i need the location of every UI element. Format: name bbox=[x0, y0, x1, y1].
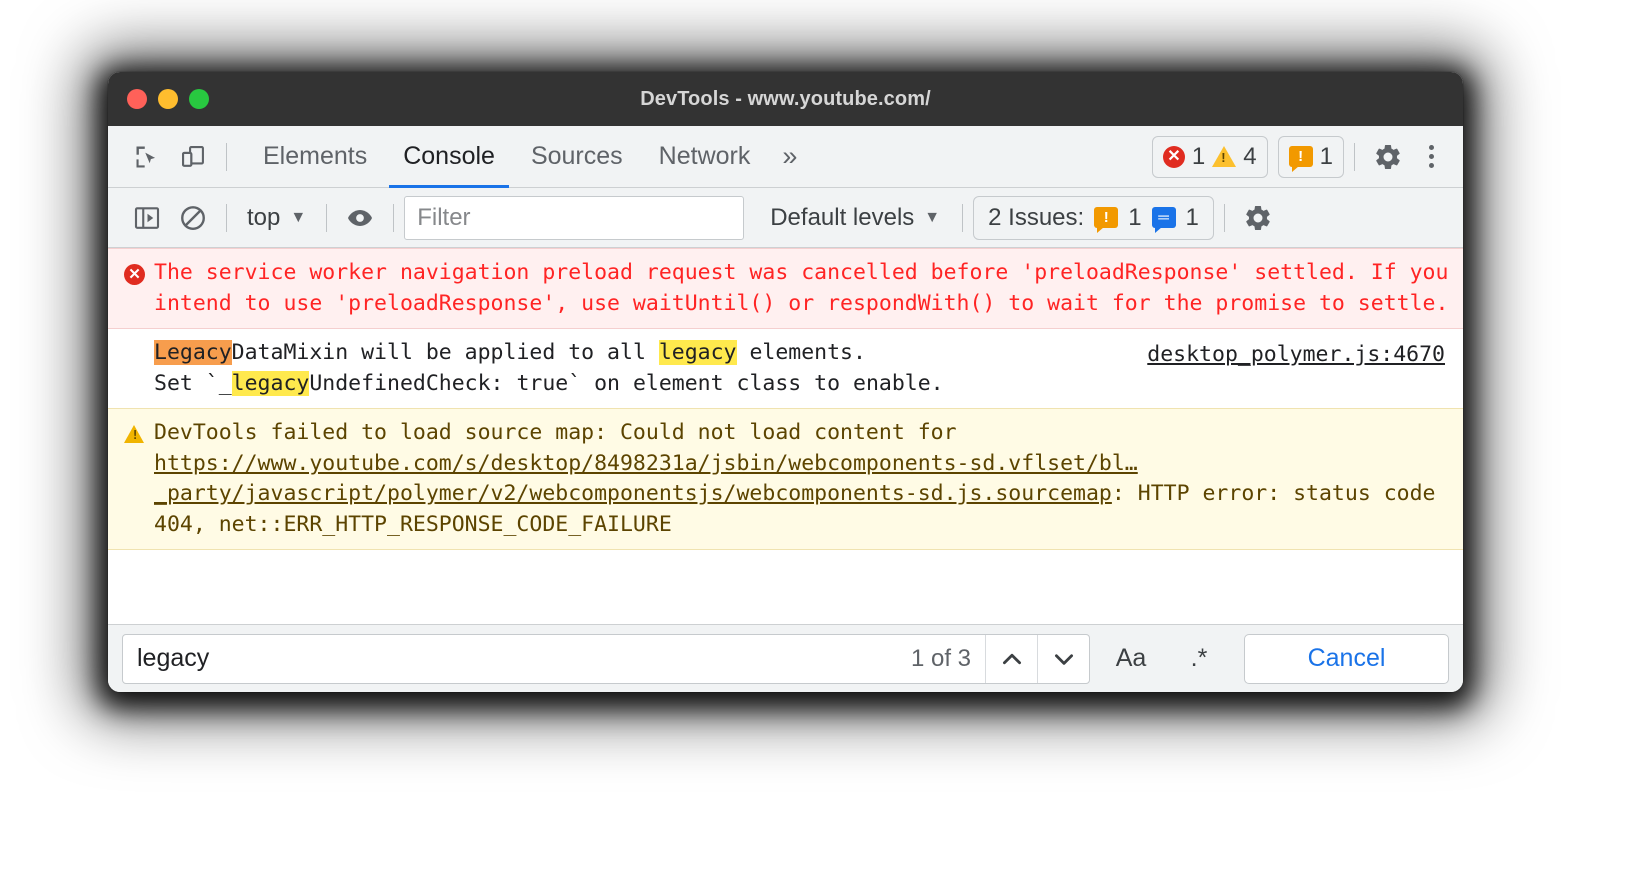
tab-network[interactable]: Network bbox=[641, 126, 769, 187]
tab-elements[interactable]: Elements bbox=[245, 126, 385, 187]
console-source-link[interactable]: desktop_polymer.js:4670 bbox=[1147, 340, 1445, 371]
search-previous-button[interactable] bbox=[985, 634, 1037, 683]
log-message-glyph bbox=[124, 338, 154, 342]
warning-prefix: DevTools failed to load source map: Coul… bbox=[154, 420, 970, 446]
more-tabs-button[interactable]: » bbox=[768, 126, 811, 187]
inspect-element-icon[interactable] bbox=[124, 136, 170, 178]
log-levels-label: Default levels bbox=[770, 203, 915, 231]
issue-count: 1 bbox=[1319, 142, 1333, 170]
warning-triangle-icon-message bbox=[124, 418, 154, 444]
screenshot-root: DevTools - www.youtube.com/ Elements Con… bbox=[0, 0, 1650, 878]
search-match-2: legacy bbox=[658, 340, 737, 366]
console-toolbar-divider-3 bbox=[393, 203, 395, 232]
chevron-down-icon-levels: ▼ bbox=[924, 208, 941, 226]
execution-context-label: top bbox=[247, 203, 281, 231]
match-case-toggle[interactable]: Aa bbox=[1104, 634, 1158, 684]
console-settings-gear-icon[interactable] bbox=[1235, 197, 1281, 239]
tab-console[interactable]: Console bbox=[385, 126, 513, 188]
search-match-3: legacy bbox=[231, 370, 310, 396]
issues-label: 2 Issues: bbox=[988, 203, 1085, 231]
window-title: DevTools - www.youtube.com/ bbox=[640, 87, 931, 110]
search-match-active: Legacy bbox=[154, 340, 232, 366]
issue-info-bubble-icon: ═ bbox=[1151, 207, 1176, 233]
error-circle-icon: ✕ bbox=[1162, 145, 1185, 168]
console-toolbar-divider-4 bbox=[962, 203, 964, 232]
search-match-count: 1 of 3 bbox=[910, 644, 971, 672]
minimize-window-button[interactable] bbox=[158, 89, 178, 109]
devtools-window: DevTools - www.youtube.com/ Elements Con… bbox=[108, 72, 1463, 692]
log-levels-selector[interactable]: Default levels ▼ bbox=[758, 197, 952, 239]
issues-counter[interactable]: ! 1 bbox=[1277, 135, 1344, 178]
console-sidebar-icon[interactable] bbox=[124, 197, 170, 239]
devtools-main-toolbar: Elements Console Sources Network » ✕ 1 4… bbox=[108, 126, 1463, 188]
kebab-menu-icon[interactable] bbox=[1411, 136, 1451, 178]
close-window-button[interactable] bbox=[127, 89, 147, 109]
live-expression-eye-icon[interactable] bbox=[337, 197, 383, 239]
issues-summary-button[interactable]: 2 Issues: ! 1 ═ 1 bbox=[973, 195, 1214, 240]
panel-tabs: Elements Console Sources Network » bbox=[245, 126, 811, 188]
filter-input[interactable] bbox=[404, 195, 745, 240]
issue-bubble-icon: ! bbox=[1288, 146, 1313, 172]
log-seg-1: DataMixin will be applied to all bbox=[231, 340, 659, 366]
warning-triangle-icon bbox=[1212, 146, 1237, 167]
cancel-search-button[interactable]: Cancel bbox=[1244, 633, 1449, 684]
console-search-bar: 1 of 3 Aa .* Cancel bbox=[108, 624, 1463, 692]
search-field-wrapper: 1 of 3 bbox=[122, 633, 1090, 684]
traffic-light-group bbox=[108, 89, 209, 109]
regex-toggle[interactable]: .* bbox=[1172, 634, 1226, 684]
toolbar-divider bbox=[226, 142, 227, 171]
console-warning-text: DevTools failed to load source map: Coul… bbox=[154, 418, 1449, 540]
issues-info-count: 1 bbox=[1185, 203, 1199, 231]
warning-source-map-url[interactable]: https://www.youtube.com/s/desktop/849823… bbox=[154, 451, 1138, 507]
gear-icon[interactable] bbox=[1365, 136, 1411, 178]
issues-warning-count: 1 bbox=[1128, 203, 1142, 231]
error-warning-counter[interactable]: ✕ 1 4 bbox=[1151, 135, 1268, 178]
search-input[interactable] bbox=[123, 634, 897, 683]
error-count: 1 bbox=[1191, 142, 1206, 170]
search-next-button[interactable] bbox=[1037, 634, 1089, 683]
console-error-text: The service worker navigation preload re… bbox=[154, 260, 1462, 316]
console-message-log[interactable]: LegacyDataMixin will be applied to all l… bbox=[108, 329, 1463, 408]
window-titlebar: DevTools - www.youtube.com/ bbox=[108, 72, 1463, 126]
console-message-error[interactable]: ✕ The service worker navigation preload … bbox=[108, 248, 1463, 330]
toolbar-divider-2 bbox=[1354, 142, 1355, 171]
error-circle-icon-message: ✕ bbox=[124, 258, 154, 285]
maximize-window-button[interactable] bbox=[189, 89, 209, 109]
console-toolbar-divider-5 bbox=[1223, 203, 1225, 232]
tab-sources[interactable]: Sources bbox=[513, 126, 641, 187]
console-toolbar: top ▼ Default levels ▼ 2 Issues: ! bbox=[108, 188, 1463, 248]
clear-console-icon[interactable] bbox=[170, 197, 216, 239]
execution-context-selector[interactable]: top ▼ bbox=[237, 197, 316, 239]
issue-warning-bubble-icon: ! bbox=[1094, 207, 1119, 233]
log-seg-5: UndefinedCheck: true` on element class t… bbox=[309, 370, 944, 396]
chevron-down-icon: ▼ bbox=[290, 208, 307, 226]
console-toolbar-divider bbox=[226, 203, 227, 232]
console-message-list[interactable]: ✕ The service worker navigation preload … bbox=[108, 248, 1463, 624]
device-toolbar-icon[interactable] bbox=[170, 136, 216, 178]
warning-count: 4 bbox=[1243, 142, 1257, 170]
console-toolbar-divider-2 bbox=[326, 203, 328, 232]
console-message-warning[interactable]: DevTools failed to load source map: Coul… bbox=[108, 408, 1463, 551]
